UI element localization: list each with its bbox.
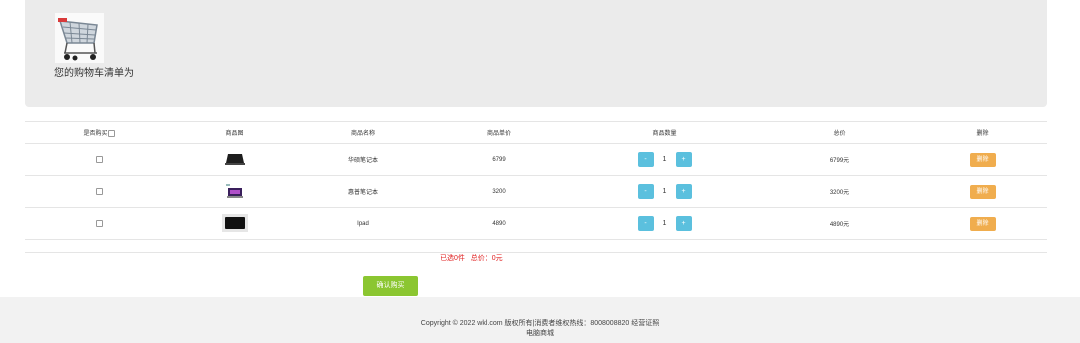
table-row: 惠普笔记本 3200 - 1 + 3200元 删除 xyxy=(25,175,1047,208)
row-checkbox[interactable] xyxy=(95,187,103,195)
header-price: 商品单价 xyxy=(430,121,568,144)
header-total: 总价 xyxy=(761,121,918,144)
product-name: 华硕笔记本 xyxy=(296,143,430,176)
confirm-purchase-button[interactable]: 确认购买 xyxy=(363,276,418,296)
header-delete: 删除 xyxy=(918,121,1047,144)
tablet-thumbnail xyxy=(221,213,248,234)
delete-button[interactable]: 删除 xyxy=(969,216,996,231)
quantity-stepper: - 1 + xyxy=(568,143,761,176)
row-checkbox[interactable] xyxy=(95,219,103,227)
header-panel: 您的购物车清单为 xyxy=(25,0,1047,107)
header-name: 商品名称 xyxy=(296,121,430,144)
product-name: 惠普笔记本 xyxy=(296,175,430,208)
shopping-cart-icon xyxy=(55,13,104,63)
increase-qty-button[interactable]: + xyxy=(675,152,692,167)
row-checkbox[interactable] xyxy=(95,155,103,163)
product-price: 4890 xyxy=(430,207,568,240)
quantity-stepper: - 1 + xyxy=(568,175,761,208)
row-total: 6799元 xyxy=(761,143,918,176)
product-price: 6799 xyxy=(430,143,568,176)
decrease-qty-button[interactable]: - xyxy=(637,184,654,199)
footer-copyright: Copyright © 2022 wkl.com 版权所有|消费者维权热线：80… xyxy=(420,320,660,327)
footer-site-name: 电脑商城 xyxy=(526,330,554,337)
table-row: 华硕笔记本 6799 - 1 + 6799元 删除 xyxy=(25,143,1047,176)
qty-value: 1 xyxy=(662,188,667,195)
product-price: 3200 xyxy=(430,175,568,208)
decrease-qty-button[interactable]: - xyxy=(637,216,654,231)
cart-table: 是否购买 商品图 商品名称 商品单价 商品数量 总价 删除 华硕笔记本 6799… xyxy=(25,121,1047,253)
increase-qty-button[interactable]: + xyxy=(675,184,692,199)
footer: Copyright © 2022 wkl.com 版权所有|消费者维权热线：80… xyxy=(0,297,1080,343)
qty-value: 1 xyxy=(662,156,667,163)
cart-title: 您的购物车清单为 xyxy=(54,68,134,79)
select-all-checkbox[interactable] xyxy=(107,129,115,137)
header-select: 是否购买 xyxy=(25,121,173,144)
laptop-thumbnail xyxy=(225,183,244,200)
header-qty: 商品数量 xyxy=(568,121,761,144)
header-image: 商品图 xyxy=(173,121,296,144)
quantity-stepper: - 1 + xyxy=(568,207,761,240)
cart-summary: 已选0件 总价：0元 xyxy=(440,255,503,262)
decrease-qty-button[interactable]: - xyxy=(637,152,654,167)
table-row: Ipad 4890 - 1 + 4890元 删除 xyxy=(25,207,1047,240)
qty-value: 1 xyxy=(662,220,667,227)
increase-qty-button[interactable]: + xyxy=(675,216,692,231)
table-header-row: 是否购买 商品图 商品名称 商品单价 商品数量 总价 删除 xyxy=(25,121,1047,144)
product-name: Ipad xyxy=(296,207,430,240)
delete-button[interactable]: 删除 xyxy=(969,152,996,167)
row-total: 4890元 xyxy=(761,207,918,240)
row-total: 3200元 xyxy=(761,175,918,208)
laptop-thumbnail xyxy=(224,153,245,167)
delete-button[interactable]: 删除 xyxy=(969,184,996,199)
table-spacer-row xyxy=(25,239,1047,253)
